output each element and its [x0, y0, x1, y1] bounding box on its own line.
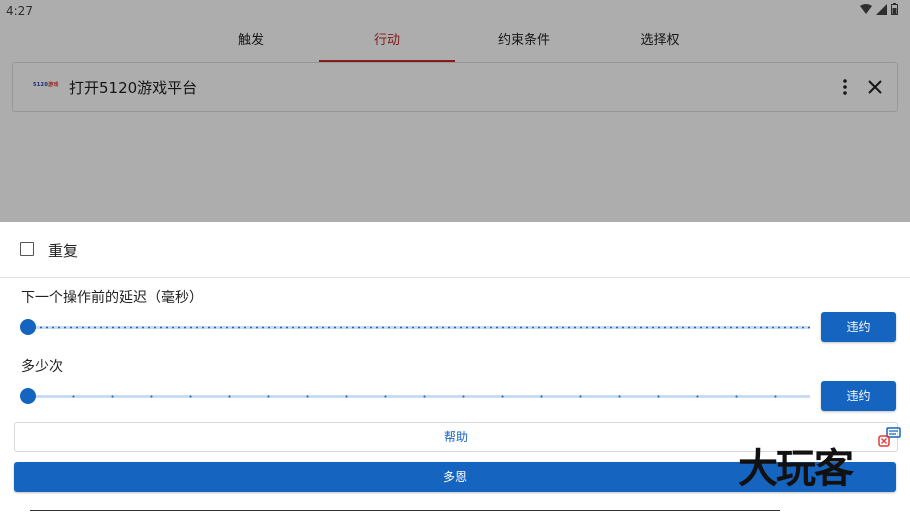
delay-slider-track	[26, 326, 810, 329]
delay-default-button[interactable]: 违约	[821, 312, 896, 342]
count-slider-track	[26, 395, 810, 398]
count-label: 多少次	[21, 359, 63, 375]
repeat-row[interactable]: 重复	[0, 222, 910, 278]
modal-scrim[interactable]	[0, 0, 910, 222]
delay-label: 下一个操作前的延迟（毫秒）	[21, 290, 203, 306]
background-app: 4:27 触发 行动 约束条件 选择权 5120游戏 打开5120游戏平台	[0, 0, 910, 222]
delay-slider[interactable]	[20, 317, 810, 337]
count-slider-thumb[interactable]	[20, 388, 36, 404]
repeat-checkbox[interactable]	[20, 242, 34, 256]
ad-badge-icon	[878, 427, 901, 447]
repeat-label: 重复	[48, 242, 79, 260]
delay-slider-thumb[interactable]	[20, 319, 36, 335]
count-default-button[interactable]: 违约	[821, 381, 896, 411]
count-slider[interactable]	[20, 386, 810, 406]
divider	[30, 510, 780, 511]
watermark: 大玩客	[738, 446, 854, 492]
options-bottom-sheet: 重复 下一个操作前的延迟（毫秒） 违约 多少次 违约 帮助 多恩 大玩客	[0, 222, 910, 512]
